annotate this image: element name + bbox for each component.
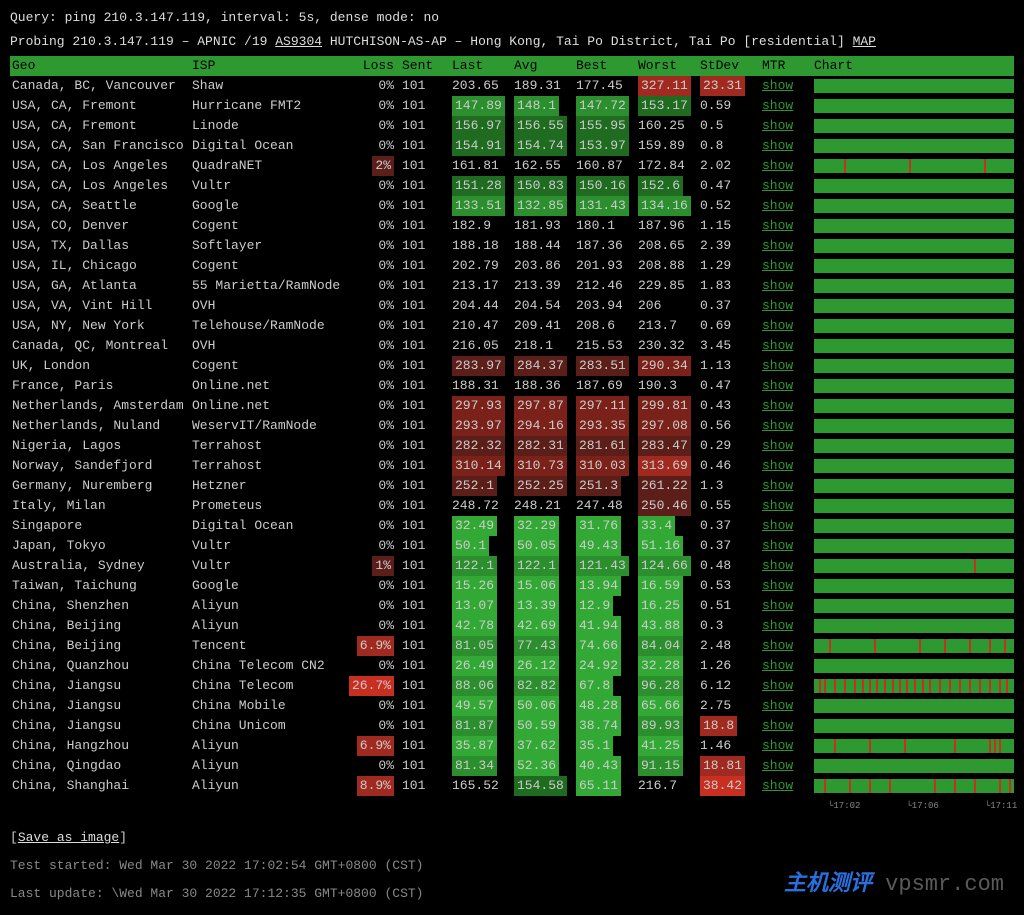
hdr-sent: Sent	[400, 56, 450, 76]
save-as-image[interactable]: [Save as image]	[10, 828, 1014, 848]
hdr-loss: Loss	[346, 56, 400, 76]
chart-axis: └17:02└17:06└17:11	[828, 796, 1014, 816]
mtr-show[interactable]: show	[760, 496, 810, 516]
table-row: USA, CA, SeattleGoogle0%101133.51132.851…	[10, 196, 1014, 216]
mtr-show[interactable]: show	[760, 616, 810, 636]
table-row: Australia, SydneyVultr1%101122.1122.1121…	[10, 556, 1014, 576]
table-row: China, ShenzhenAliyun0%10113.0713.3912.9…	[10, 596, 1014, 616]
hdr-avg: Avg	[512, 56, 574, 76]
probe-line: Probing 210.3.147.119 – APNIC /19 AS9304…	[10, 32, 1014, 52]
table-body: Canada, BC, VancouverShaw0%101203.65189.…	[10, 76, 1014, 796]
table-row: USA, TX, DallasSoftlayer0%101188.18188.4…	[10, 236, 1014, 256]
hdr-geo: Geo	[10, 56, 190, 76]
table-row: China, JiangsuChina Mobile0%10149.5750.0…	[10, 696, 1014, 716]
hdr-worst: Worst	[636, 56, 698, 76]
hdr-best: Best	[574, 56, 636, 76]
mtr-show[interactable]: show	[760, 196, 810, 216]
mtr-show[interactable]: show	[760, 556, 810, 576]
table-row: USA, NY, New YorkTelehouse/RamNode0%1012…	[10, 316, 1014, 336]
mtr-show[interactable]: show	[760, 696, 810, 716]
mtr-show[interactable]: show	[760, 136, 810, 156]
mtr-show[interactable]: show	[760, 256, 810, 276]
table-row: Canada, QC, MontrealOVH0%101216.05218.12…	[10, 336, 1014, 356]
watermark: 主机测评 vpsmr.com	[784, 875, 1004, 895]
table-row: Nigeria, LagosTerrahost0%101282.32282.31…	[10, 436, 1014, 456]
mtr-show[interactable]: show	[760, 736, 810, 756]
table-row: China, HangzhouAliyun6.9%10135.8737.6235…	[10, 736, 1014, 756]
table-row: USA, VA, Vint HillOVH0%101204.44204.5420…	[10, 296, 1014, 316]
table-row: China, BeijingTencent6.9%10181.0577.4374…	[10, 636, 1014, 656]
mtr-show[interactable]: show	[760, 96, 810, 116]
mtr-show[interactable]: show	[760, 236, 810, 256]
mtr-show[interactable]: show	[760, 476, 810, 496]
hdr-mtr: MTR	[760, 56, 810, 76]
table-row: USA, CA, Los AngelesQuadraNET2%101161.81…	[10, 156, 1014, 176]
table-row: USA, CA, FremontLinode0%101156.97156.551…	[10, 116, 1014, 136]
mtr-show[interactable]: show	[760, 116, 810, 136]
table-row: Japan, TokyoVultr0%10150.150.0549.4351.1…	[10, 536, 1014, 556]
table-row: USA, CA, Los AngelesVultr0%101151.28150.…	[10, 176, 1014, 196]
mtr-show[interactable]: show	[760, 416, 810, 436]
table-row: Netherlands, NulandWeservIT/RamNode0%101…	[10, 416, 1014, 436]
mtr-show[interactable]: show	[760, 716, 810, 736]
table-row: France, ParisOnline.net0%101188.31188.36…	[10, 376, 1014, 396]
table-header: Geo ISP Loss Sent Last Avg Best Worst St…	[10, 56, 1014, 76]
mtr-show[interactable]: show	[760, 776, 810, 796]
table-row: Canada, BC, VancouverShaw0%101203.65189.…	[10, 76, 1014, 96]
mtr-show[interactable]: show	[760, 376, 810, 396]
table-row: Netherlands, AmsterdamOnline.net0%101297…	[10, 396, 1014, 416]
table-row: USA, CA, FremontHurricane FMT20%101147.8…	[10, 96, 1014, 116]
mtr-show[interactable]: show	[760, 536, 810, 556]
table-row: USA, CA, San FranciscoDigital Ocean0%101…	[10, 136, 1014, 156]
hdr-last: Last	[450, 56, 512, 76]
table-row: Germany, NurembergHetzner0%101252.1252.2…	[10, 476, 1014, 496]
query-line: Query: ping 210.3.147.119, interval: 5s,…	[10, 8, 1014, 28]
mtr-show[interactable]: show	[760, 176, 810, 196]
map-link[interactable]: MAP	[853, 34, 876, 49]
table-row: Italy, MilanPrometeus0%101248.72248.2124…	[10, 496, 1014, 516]
mtr-show[interactable]: show	[760, 636, 810, 656]
table-row: China, QingdaoAliyun0%10181.3452.3640.43…	[10, 756, 1014, 776]
mtr-show[interactable]: show	[760, 756, 810, 776]
mtr-show[interactable]: show	[760, 356, 810, 376]
mtr-show[interactable]: show	[760, 576, 810, 596]
table-row: USA, CO, DenverCogent0%101182.9181.93180…	[10, 216, 1014, 236]
mtr-show[interactable]: show	[760, 316, 810, 336]
table-row: Taiwan, TaichungGoogle0%10115.2615.0613.…	[10, 576, 1014, 596]
asn-link[interactable]: AS9304	[275, 34, 322, 49]
mtr-show[interactable]: show	[760, 276, 810, 296]
mtr-show[interactable]: show	[760, 156, 810, 176]
mtr-show[interactable]: show	[760, 596, 810, 616]
mtr-show[interactable]: show	[760, 76, 810, 96]
probe-mid: HUTCHISON-AS-AP – Hong Kong, Tai Po Dist…	[322, 34, 853, 49]
table-row: USA, GA, Atlanta55 Marietta/RamNode0%101…	[10, 276, 1014, 296]
probe-prefix: Probing 210.3.147.119 – APNIC /19	[10, 34, 275, 49]
mtr-show[interactable]: show	[760, 456, 810, 476]
hdr-stdev: StDev	[698, 56, 760, 76]
mtr-show[interactable]: show	[760, 516, 810, 536]
mtr-show[interactable]: show	[760, 656, 810, 676]
table-row: China, BeijingAliyun0%10142.7842.6941.94…	[10, 616, 1014, 636]
mtr-show[interactable]: show	[760, 676, 810, 696]
hdr-isp: ISP	[190, 56, 346, 76]
table-row: UK, LondonCogent0%101283.97284.37283.512…	[10, 356, 1014, 376]
table-row: SingaporeDigital Ocean0%10132.4932.2931.…	[10, 516, 1014, 536]
mtr-show[interactable]: show	[760, 436, 810, 456]
table-row: China, JiangsuChina Unicom0%10181.8750.5…	[10, 716, 1014, 736]
table-row: USA, IL, ChicagoCogent0%101202.79203.862…	[10, 256, 1014, 276]
mtr-show[interactable]: show	[760, 336, 810, 356]
table-row: China, JiangsuChina Telecom26.7%10188.06…	[10, 676, 1014, 696]
table-row: China, ShanghaiAliyun8.9%101165.52154.58…	[10, 776, 1014, 796]
table-row: Norway, SandefjordTerrahost0%101310.1431…	[10, 456, 1014, 476]
table-row: China, QuanzhouChina Telecom CN20%10126.…	[10, 656, 1014, 676]
mtr-show[interactable]: show	[760, 296, 810, 316]
mtr-show[interactable]: show	[760, 216, 810, 236]
mtr-show[interactable]: show	[760, 396, 810, 416]
hdr-chart: Chart	[810, 56, 1014, 76]
